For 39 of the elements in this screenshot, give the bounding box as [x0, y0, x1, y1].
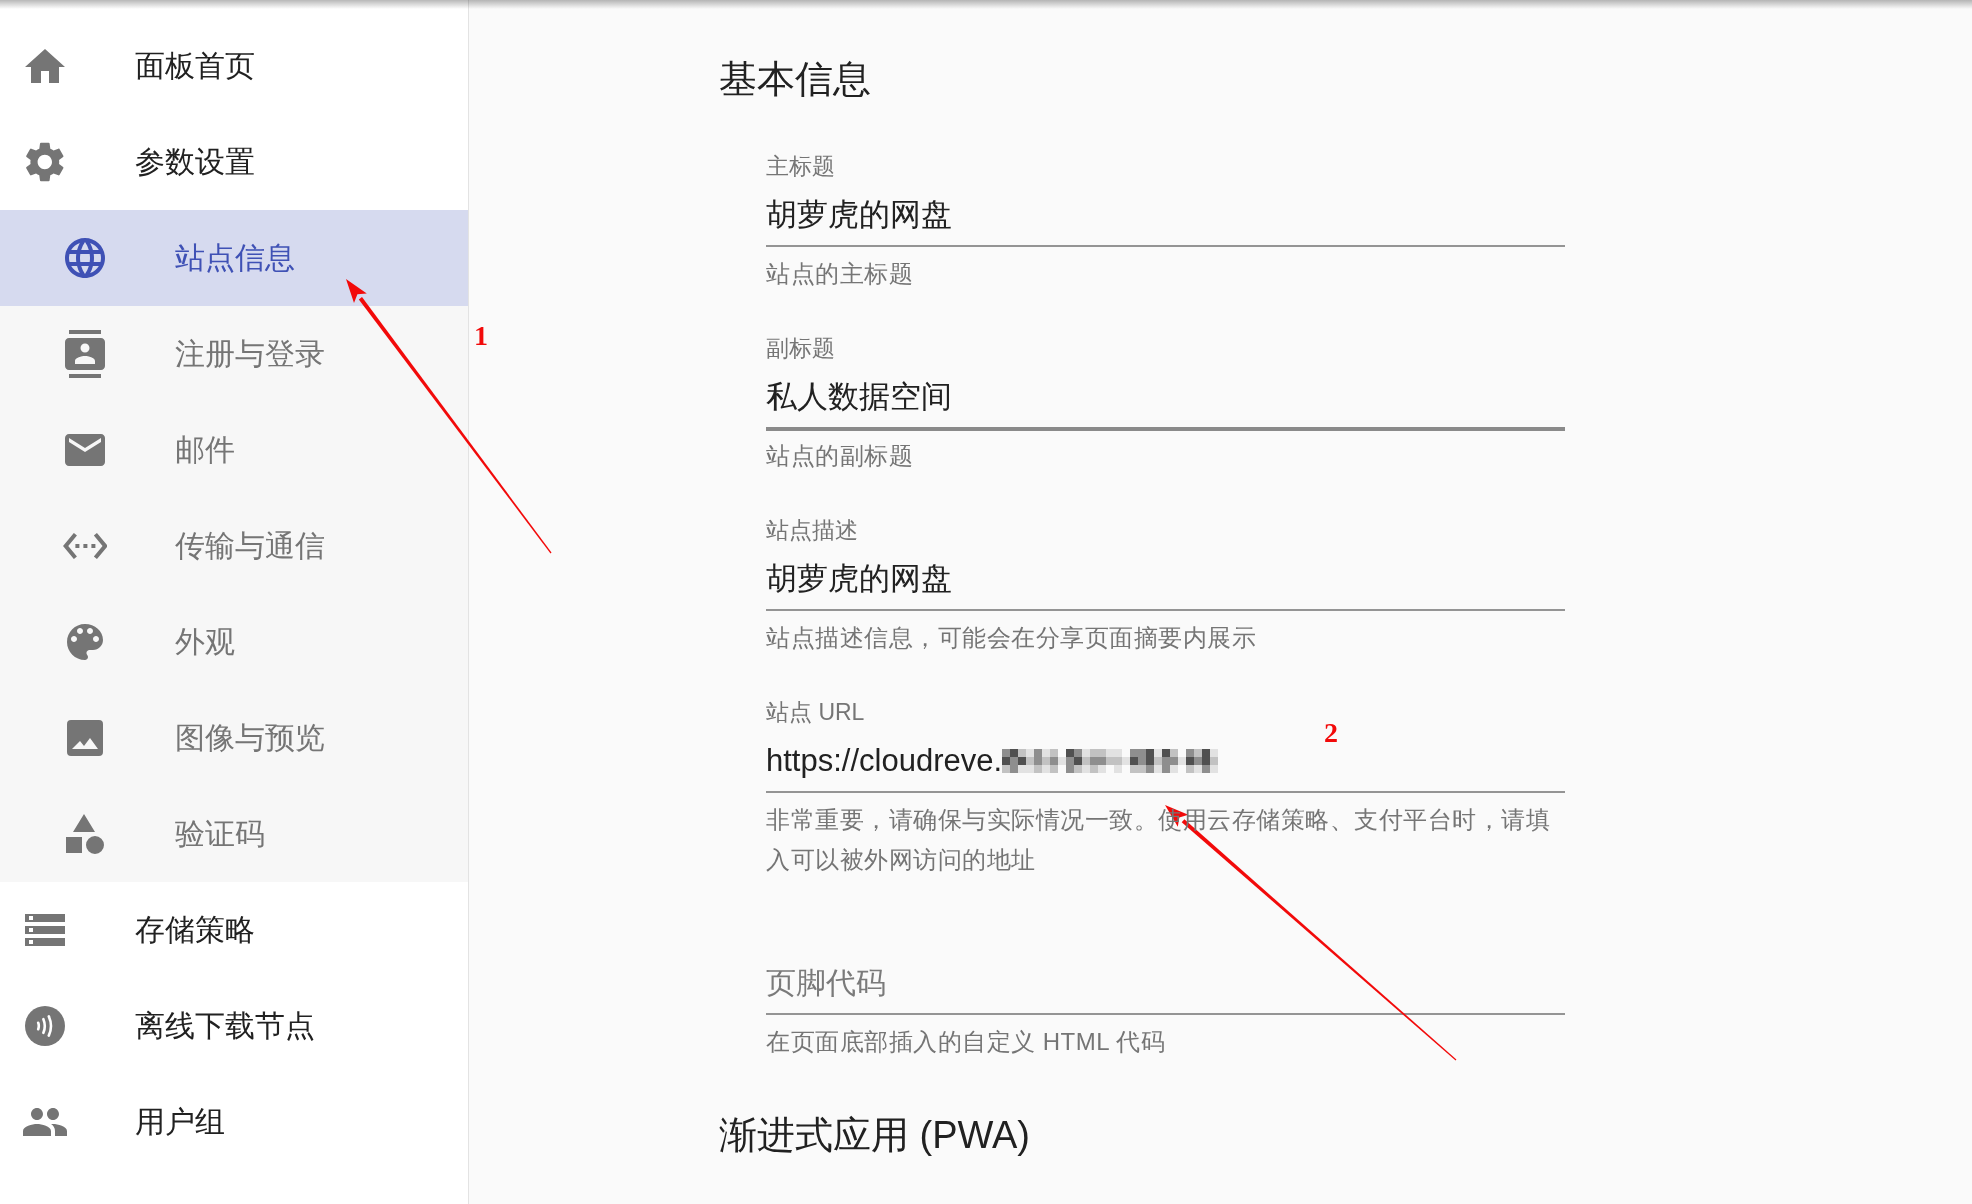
globe-icon: [65, 238, 105, 278]
sidebar-subitem[interactable]: 站点信息: [0, 210, 468, 306]
field-label: 站点描述: [766, 517, 858, 543]
sidebar-subitem[interactable]: 邮件: [0, 402, 468, 498]
field-label: 站点 URL: [766, 699, 865, 725]
sidebar-item[interactable]: 参数设置: [0, 114, 468, 210]
sidebar-subitem[interactable]: 注册与登录: [0, 306, 468, 402]
field-label: 主标题: [766, 153, 835, 179]
sidebar-subitem[interactable]: 传输与通信: [0, 498, 468, 594]
code-brackets-icon: [62, 533, 108, 559]
sidebar-item[interactable]: 面板首页: [0, 18, 468, 114]
home-icon: [25, 49, 65, 83]
sidebar-item[interactable]: 存储策略: [0, 882, 468, 978]
field-label: 副标题: [766, 335, 835, 361]
sidebar-item[interactable]: 用户组: [0, 1074, 468, 1170]
palette-icon: [67, 624, 103, 660]
helper-text: 站点的主标题: [766, 259, 914, 289]
sidebar-item[interactable]: 离线下载节点: [0, 978, 468, 1074]
text-field[interactable]: 私人数据空间: [766, 363, 1565, 431]
image-icon: [67, 720, 103, 756]
helper-text: 站点的副标题: [766, 441, 914, 471]
contact-card-icon: [65, 330, 105, 378]
sidebar-subitem[interactable]: 图像与预览: [0, 690, 468, 786]
people-icon: [23, 1108, 67, 1136]
section-heading: 渐进式应用 (PWA): [719, 1113, 1030, 1158]
server-stack-icon: [25, 914, 65, 946]
mail-icon: [65, 434, 105, 466]
signal-waves-icon: [25, 1006, 65, 1046]
text-field[interactable]: 胡萝虎的网盘: [766, 181, 1565, 247]
helper-text: 站点描述信息，可能会在分享页面摘要内展示: [766, 623, 1257, 653]
shapes-icon: [66, 814, 104, 854]
sidebar-subitem[interactable]: 外观: [0, 594, 468, 690]
helper-text: 在页面底部插入的自定义 HTML 代码: [766, 1027, 1167, 1057]
field-label: 页脚代码: [766, 965, 886, 1001]
settings-icon: [26, 142, 64, 182]
annotation-number: 1: [474, 322, 488, 350]
section-heading: 基本信息: [719, 57, 871, 102]
text-field[interactable]: 胡萝虎的网盘: [766, 545, 1565, 611]
sidebar-subitem[interactable]: 验证码: [0, 786, 468, 882]
